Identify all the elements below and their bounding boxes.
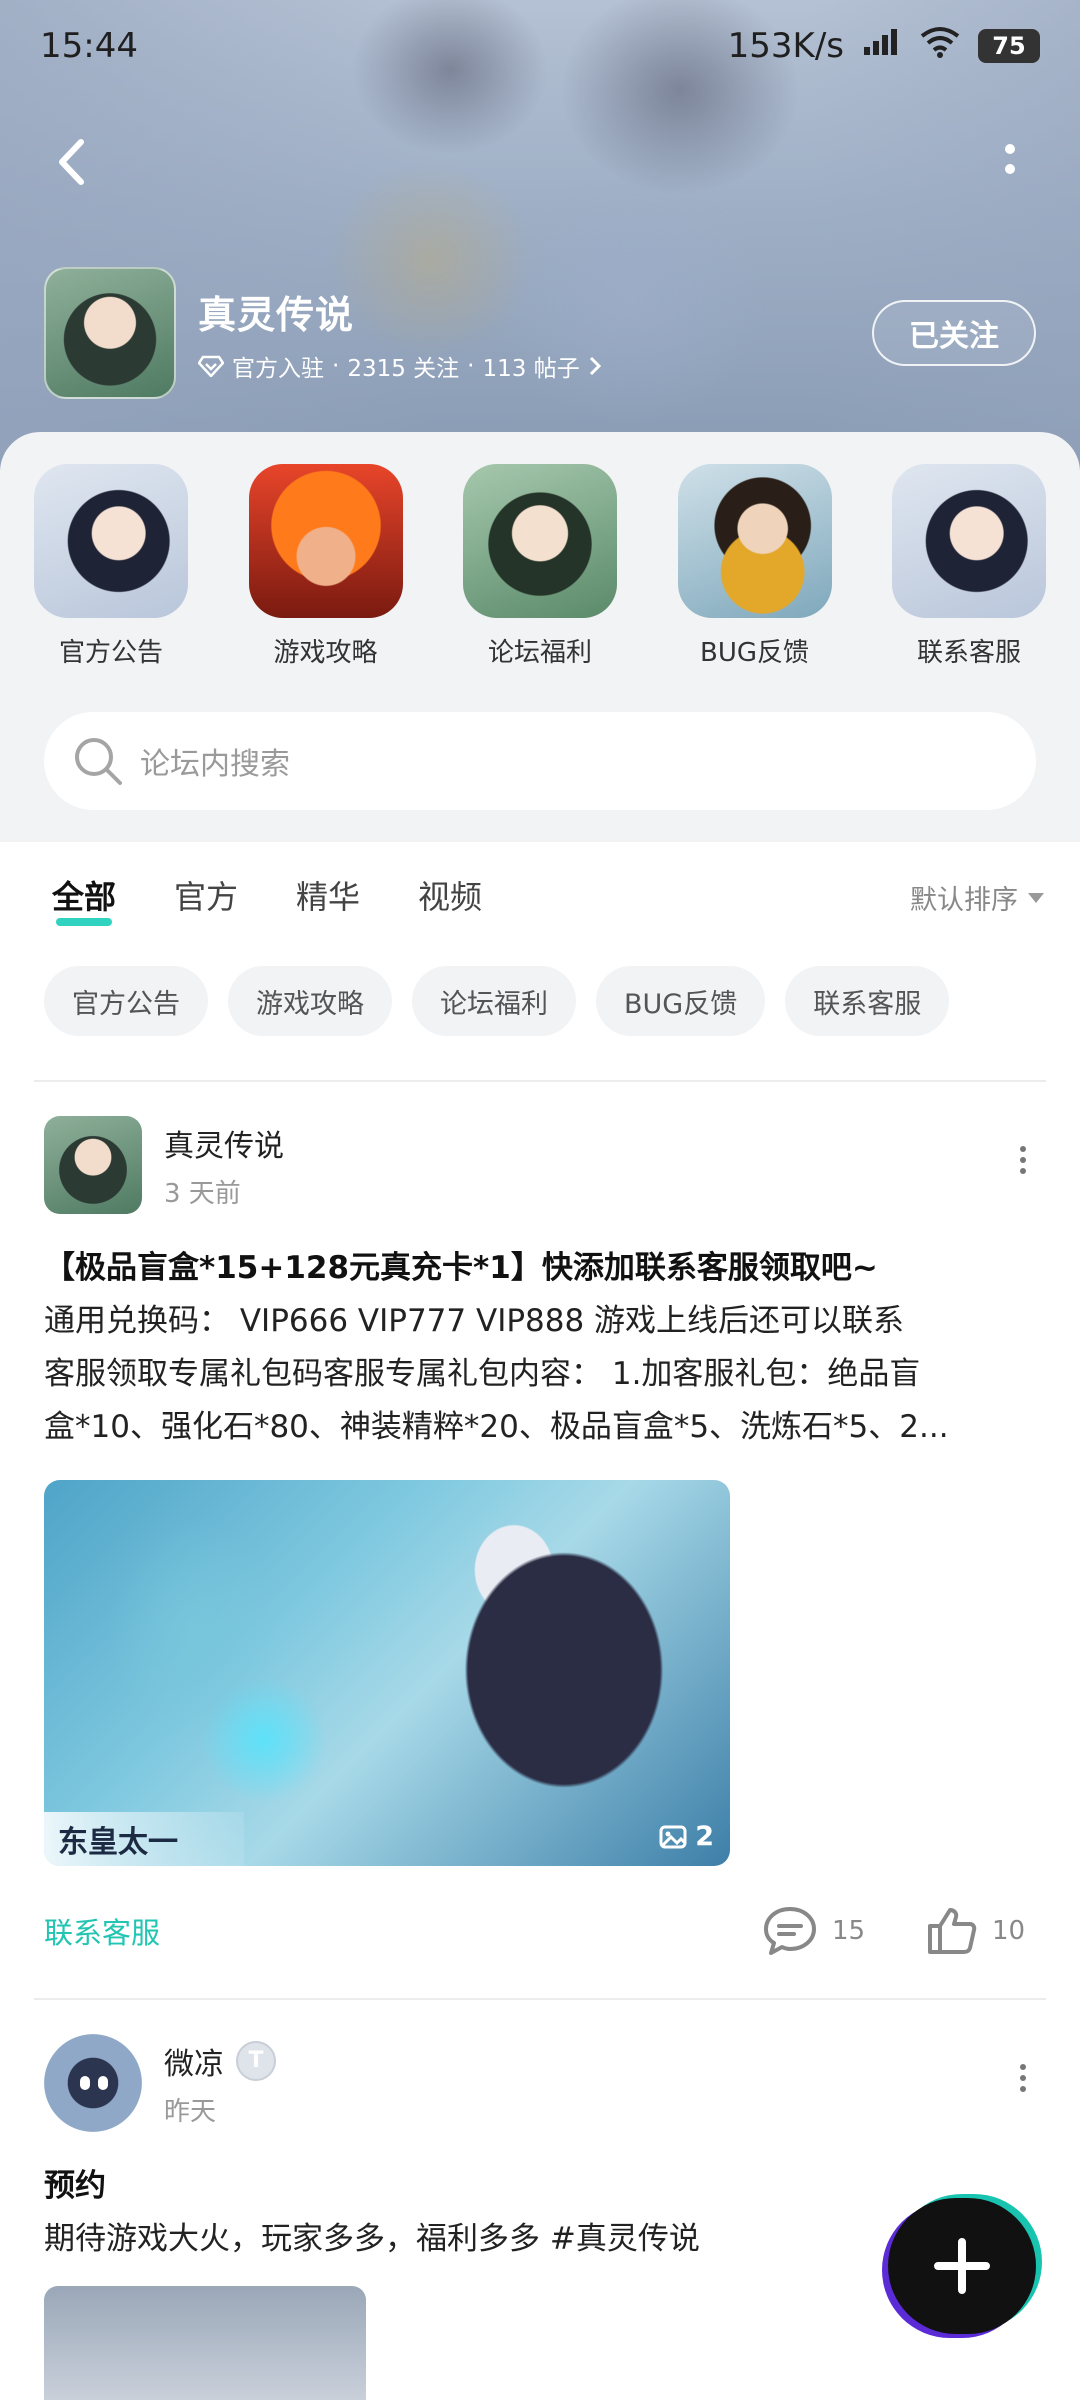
shortcut-bug-feedback[interactable]: BUG反馈 bbox=[677, 464, 832, 669]
image-count: 2 bbox=[659, 1821, 714, 1852]
battery-indicator: 75 bbox=[978, 29, 1040, 63]
tab-featured[interactable]: 精华 bbox=[296, 872, 360, 918]
shortcut-official-notice[interactable]: 官方公告 bbox=[34, 464, 188, 669]
immortal-girl-icon bbox=[892, 464, 1046, 618]
user-level-badge: T bbox=[236, 2040, 276, 2081]
forum-sections-panel: 官方公告 游戏攻略 论坛福利 BUG反馈 联系客服 论坛内搜索 bbox=[0, 432, 1080, 842]
shortcut-forum-welfare[interactable]: 论坛福利 bbox=[463, 464, 617, 669]
official-label: 官方入驻 bbox=[232, 355, 324, 382]
search-placeholder: 论坛内搜索 bbox=[140, 747, 290, 782]
post-more-icon[interactable] bbox=[1020, 2064, 1026, 2092]
thumbs-up-icon bbox=[928, 1908, 977, 1954]
signal-icon bbox=[862, 26, 902, 66]
comment-count: 15 bbox=[832, 1916, 866, 1946]
avatar[interactable] bbox=[44, 1116, 142, 1214]
follower-count: 2315 关注 bbox=[347, 355, 460, 382]
post-title: 【极品盲盒*15+128元真充卡*1】快添加联系客服领取吧~ bbox=[44, 1250, 878, 1286]
more-menu-button[interactable] bbox=[992, 136, 1028, 186]
post-image[interactable] bbox=[44, 2286, 366, 2400]
post-card[interactable]: 真灵传说 3 天前 【极品盲盒*15+128元真充卡*1】快添加联系客服领取吧~… bbox=[44, 1116, 1044, 1956]
image-caption: 东皇太一 bbox=[44, 1812, 244, 1866]
create-post-button[interactable] bbox=[888, 2198, 1036, 2334]
post-title: 预约 bbox=[44, 2168, 106, 2204]
like-button[interactable]: 10 bbox=[926, 1906, 1025, 1956]
back-button[interactable] bbox=[46, 132, 96, 192]
divider bbox=[34, 1080, 1046, 1082]
plus-icon bbox=[934, 2238, 990, 2294]
post-time: 3 天前 bbox=[164, 1178, 241, 1209]
forum-avatar[interactable] bbox=[44, 267, 176, 399]
author-name[interactable]: 微凉 bbox=[164, 2039, 224, 2083]
divider bbox=[34, 1998, 1046, 2000]
tab-official[interactable]: 官方 bbox=[174, 872, 238, 918]
chip-official-notice[interactable]: 官方公告 bbox=[44, 966, 208, 1036]
tab-video[interactable]: 视频 bbox=[418, 872, 482, 918]
post-body: 通用兑换码： VIP666 VIP777 VIP888 游戏上线后还可以联系 客… bbox=[44, 1303, 949, 1445]
flame-demon-icon bbox=[248, 464, 403, 618]
forum-title: 真灵传说 bbox=[198, 292, 355, 337]
network-speed: 153K/s bbox=[727, 26, 844, 66]
wifi-icon bbox=[920, 26, 960, 67]
category-chips: 官方公告 游戏攻略 论坛福利 BUG反馈 联系客服 bbox=[44, 966, 950, 1036]
shortcut-game-guide[interactable]: 游戏攻略 bbox=[248, 464, 403, 669]
chevron-right-icon bbox=[589, 356, 601, 375]
chip-forum-welfare[interactable]: 论坛福利 bbox=[412, 966, 576, 1036]
search-input[interactable]: 论坛内搜索 bbox=[44, 712, 1036, 810]
immortal-girl-icon bbox=[34, 464, 188, 618]
chip-game-guide[interactable]: 游戏攻略 bbox=[228, 966, 392, 1036]
post-count: 113 帖子 bbox=[482, 355, 580, 382]
jade-lady-icon bbox=[463, 464, 617, 618]
caret-down-icon bbox=[1028, 892, 1044, 903]
post-tag-link[interactable]: 联系客服 bbox=[44, 1910, 160, 1952]
status-bar: 15:44 153K/s 75 bbox=[0, 0, 1080, 92]
like-count: 10 bbox=[992, 1916, 1026, 1946]
post-image[interactable]: 东皇太一 2 bbox=[44, 1480, 730, 1866]
chevron-left-icon bbox=[59, 139, 84, 185]
gallery-icon bbox=[659, 1825, 687, 1848]
post-more-icon[interactable] bbox=[1020, 1146, 1026, 1174]
author-name[interactable]: 真灵传说 bbox=[164, 1121, 284, 1165]
chip-bug-feedback[interactable]: BUG反馈 bbox=[596, 966, 766, 1036]
comment-button[interactable]: 15 bbox=[762, 1905, 865, 1957]
diamond-verified-icon bbox=[198, 355, 224, 377]
tab-all[interactable]: 全部 bbox=[52, 872, 116, 926]
search-icon bbox=[75, 738, 122, 785]
chip-customer-service[interactable]: 联系客服 bbox=[785, 966, 950, 1036]
content-tabs: 全部 官方 精华 视频 bbox=[52, 872, 482, 926]
post-time: 昨天 bbox=[164, 2096, 217, 2127]
follow-button[interactable]: 已关注 bbox=[872, 300, 1036, 366]
more-vertical-icon bbox=[1005, 144, 1015, 174]
comment-icon bbox=[764, 1907, 816, 1955]
post-card[interactable]: 微凉 T 昨天 预约 期待游戏大火，玩家多多，福利多多 #真灵传说 bbox=[44, 2034, 1044, 2266]
swordsman-icon bbox=[677, 464, 832, 618]
shortcut-customer-service[interactable]: 联系客服 bbox=[892, 464, 1046, 669]
avatar[interactable] bbox=[44, 2034, 142, 2132]
status-time: 15:44 bbox=[40, 26, 138, 66]
forum-stats[interactable]: 官方入驻 · 2315 关注 · 113 帖子 bbox=[198, 349, 602, 383]
sort-dropdown[interactable]: 默认排序 bbox=[910, 878, 1044, 917]
